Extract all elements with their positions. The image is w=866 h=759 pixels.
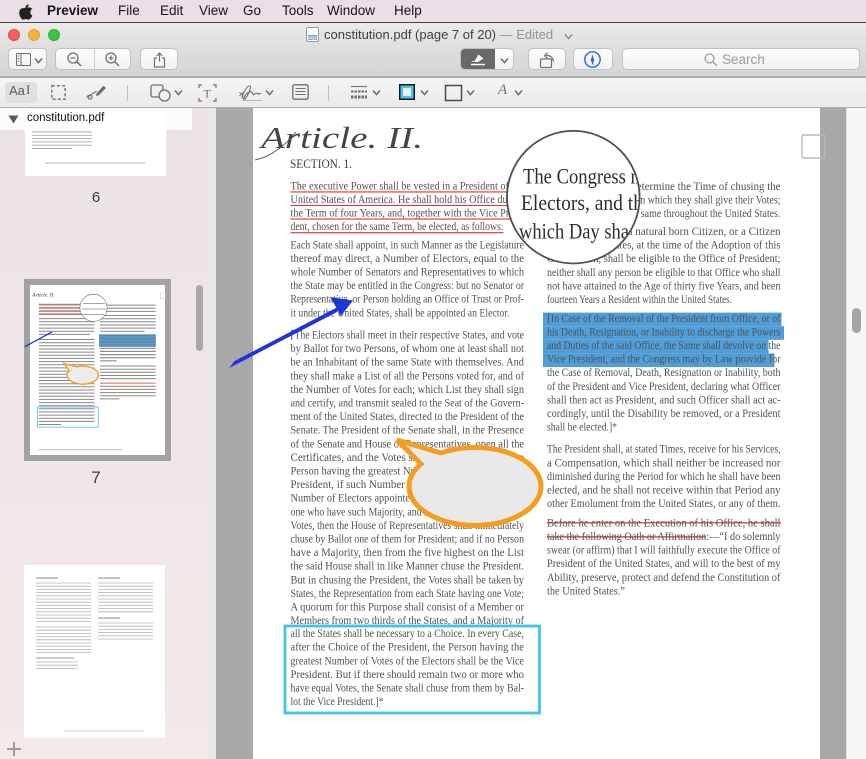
- svg-text:lot the Vice President.]*: lot the Vice President.]*: [291, 696, 384, 708]
- svg-text:dent, chosen for the same Term: dent, chosen for the same Term, be elect…: [291, 221, 504, 233]
- svg-text:they shall make a List of all: they shall make a List of all the Person…: [291, 370, 525, 382]
- svg-text:⌈In Case of the Removal of the: ⌈In Case of the Removal of the President…: [547, 313, 781, 325]
- svg-text:States, the Representation fro: States, the Representation from each Sta…: [291, 588, 525, 600]
- svg-text:which Day sha: which Day sha: [519, 219, 629, 244]
- svg-text:have a Majority, then from the: have a Majority, then from the five high…: [291, 547, 525, 559]
- svg-text:of the President and Vice Pres: of the President and Vice President, dec…: [547, 381, 781, 393]
- svg-text:all the States shall be necess: all the States shall be necessary to a C…: [291, 628, 525, 640]
- svg-text:cordingly, until the Disabilit: cordingly, until the Disability be remov…: [547, 408, 781, 420]
- svg-text:and Duties of the said Office,: and Duties of the said Office, the Same …: [547, 340, 781, 352]
- svg-text:swear (or affirm) that I will: swear (or affirm) that I will faithfully…: [547, 545, 781, 557]
- svg-text:thereof may direct, a Number o: thereof may direct, a Number of Electors…: [291, 253, 525, 265]
- svg-text:Ability, preserve, protect and: Ability, preserve, protect and defend th…: [547, 572, 781, 584]
- svg-text:A quorum for this Purpose shal: A quorum for this Purpose shall consist …: [291, 602, 525, 614]
- svg-text:be an Inhabitant of the same S: be an Inhabitant of the same State with …: [291, 357, 525, 369]
- svg-text:Representative, or Person hold: Representative, or Person holding an Off…: [291, 294, 525, 306]
- svg-text:whole Number of Senators and R: whole Number of Senators and Representat…: [291, 267, 525, 279]
- svg-text:chuse by Ballot one of them fo: chuse by Ballot one of them for Presiden…: [291, 534, 525, 546]
- svg-text:a Compensation, which shall ne: a Compensation, which shall neither be i…: [547, 457, 781, 469]
- svg-text:the Term of four Years, and, t: the Term of four Years, and, together wi…: [291, 208, 525, 220]
- svg-text:the Case of Removal, Death, Re: the Case of Removal, Death, Resignation …: [547, 367, 781, 379]
- svg-text:United States of America. He s: United States of America. He shall hold …: [291, 194, 525, 206]
- svg-text:President of the United States: President of the United States, and will…: [547, 558, 781, 570]
- svg-text:Electors, and th: Electors, and th: [521, 190, 643, 215]
- svg-text:shall be elected.]*: shall be elected.]*: [547, 422, 617, 434]
- svg-text:fourteen Years a Resident with: fourteen Years a Resident within the Uni…: [547, 294, 732, 306]
- svg-text:after the Choice of the Presid: after the Choice of the President, the P…: [291, 642, 525, 654]
- svg-text:neither shall any person be el: neither shall any person be eligible to …: [547, 267, 781, 279]
- svg-text:The Congress m: The Congress m: [523, 164, 645, 189]
- svg-text:T: T: [204, 87, 212, 101]
- svg-text:the said House shall in like M: the said House shall in like Manner chus…: [291, 561, 525, 573]
- svg-text:The executive Power shall be v: The executive Power shall be vested in a…: [291, 180, 525, 192]
- svg-text:elected, and he shall not rece: elected, and he shall not receive within…: [547, 485, 781, 497]
- svg-text:other Emolument from the Unite: other Emolument from the United States, …: [547, 498, 781, 510]
- svg-text:Each State shall appoint, in s: Each State shall appoint, in such Manner…: [291, 239, 525, 251]
- svg-text:have equal Votes, the Senate s: have equal Votes, the Senate shall chuse…: [291, 683, 525, 695]
- svg-text:diminished during the Period f: diminished during the Period for which h…: [547, 471, 781, 483]
- svg-text:not have attained to the Age o: not have attained to the Age of thirty f…: [547, 280, 781, 292]
- svg-text:⌈The Electors shall meet in th: ⌈The Electors shall meet in their respec…: [291, 330, 525, 342]
- svg-text:Senate. The President of the S: Senate. The President of the Senate shal…: [291, 425, 525, 437]
- svg-text:the Number of Votes for each;: the Number of Votes for each; which List…: [291, 384, 525, 396]
- svg-text:the State may be entitled in t: the State may be entitled in the Congres…: [291, 280, 525, 292]
- svg-text:PDF: PDF: [308, 35, 317, 40]
- svg-text:Article. II: Article. II: [31, 293, 55, 299]
- svg-text:ment of the United States, dir: ment of the United States, directed to t…: [291, 411, 525, 423]
- svg-text:SECTION. 1.: SECTION. 1.: [290, 157, 352, 171]
- svg-text:his Death, Resignation, or Ina: his Death, Resignation, or Inability to …: [547, 326, 781, 338]
- svg-text:Before he enter on the Executi: Before he enter on the Execution of his …: [547, 517, 781, 529]
- svg-text:the United States.”: the United States.”: [547, 585, 625, 597]
- svg-text:The President shall, at stated: The President shall, at stated Times, re…: [547, 444, 781, 456]
- svg-text:Vice President, and the Congre: Vice President, and the Congress may by …: [547, 354, 781, 366]
- svg-text:But in chusing the President,: But in chusing the President, the Votes …: [291, 574, 525, 586]
- svg-text:and certify, and transmit seal: and certify, and transmit sealed to the …: [291, 398, 525, 410]
- svg-text:greatest Number of Votes of th: greatest Number of Votes of the Electors…: [291, 655, 525, 667]
- svg-text:by Ballot for two Persons, of: by Ballot for two Persons, of whom one a…: [291, 343, 525, 355]
- svg-text:shall then act as President, a: shall then act as President, and such Of…: [547, 394, 781, 406]
- svg-text:Article. II.: Article. II.: [258, 120, 423, 155]
- svg-text:President. But if there should: President. But if there should remain tw…: [291, 669, 525, 681]
